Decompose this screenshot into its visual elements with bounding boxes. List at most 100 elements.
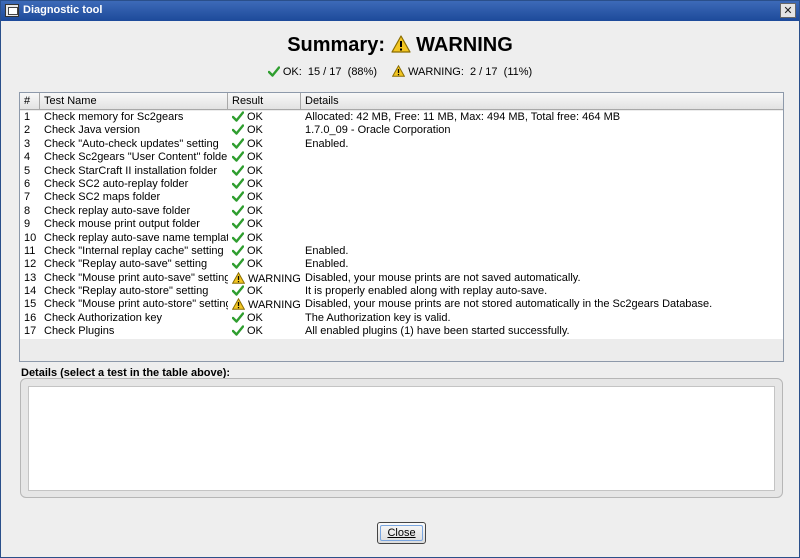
row-result-label: WARNING	[248, 272, 301, 285]
table-row[interactable]: 11 Check "Internal replay cache" setting O…	[20, 245, 783, 258]
check-icon	[231, 111, 245, 122]
table-row[interactable]: 1 Check memory for Sc2gears OK Allocated: 4…	[20, 111, 783, 124]
row-test-name: Check StarCraft II installation folder	[44, 164, 218, 177]
row-test-name: Check memory for Sc2gears	[44, 111, 184, 123]
ok-pct: (88%)	[347, 66, 377, 78]
row-test-name: Check SC2 auto-replay folder	[44, 177, 189, 190]
row-test-name: Check SC2 maps folder	[44, 191, 161, 204]
row-details: The Authorization key is valid.	[305, 311, 451, 324]
column-header-result[interactable]: Result	[228, 93, 301, 110]
row-test-name: Check "Replay auto-store" setting	[44, 285, 209, 298]
check-icon	[231, 138, 245, 149]
column-header-details[interactable]: Details	[301, 93, 781, 110]
ok-value: 15 / 17	[307, 66, 342, 78]
warning-icon	[391, 64, 406, 77]
table-row[interactable]: 15 Check "Mouse print auto-store" setting…	[20, 298, 783, 311]
row-number: 1	[24, 111, 31, 123]
table-row[interactable]: 14 Check "Replay auto-store" setting OK It …	[20, 285, 783, 298]
details-text-area[interactable]	[28, 386, 775, 491]
table-row[interactable]: 16 Check Authorization key OK The Authoriza…	[20, 312, 783, 325]
row-number: 6	[24, 177, 31, 190]
row-result: OK	[228, 285, 301, 298]
row-test-name: Check replay auto-save name template	[44, 231, 228, 244]
table-row[interactable]: 2 Check Java version OK 1.7.0_09 - Oracle C…	[20, 124, 783, 137]
row-test-name: Check mouse print output folder	[44, 218, 200, 231]
warning-value: 2 / 17	[470, 66, 498, 78]
check-icon	[231, 151, 245, 162]
row-result: OK	[228, 111, 301, 124]
check-icon	[231, 205, 245, 216]
close-button-label: Close	[387, 527, 416, 539]
row-result-label: OK	[247, 177, 263, 190]
row-result-label: WARNING	[248, 299, 301, 312]
warning-stat: WARNING: 2 / 17 (11%)	[391, 64, 533, 78]
row-result-label: OK	[247, 164, 263, 177]
warning-icon	[390, 35, 411, 59]
table-row[interactable]: 10 Check replay auto-save name template OK	[20, 232, 783, 245]
check-icon	[231, 285, 245, 296]
row-result-label: OK	[247, 124, 263, 137]
row-result: OK	[228, 218, 301, 231]
title-bar[interactable]: Diagnostic tool ✕	[1, 1, 799, 21]
row-result-label: OK	[247, 244, 263, 257]
row-result-label: OK	[247, 325, 263, 338]
row-number: 7	[24, 191, 31, 204]
column-header-test-name[interactable]: Test Name	[40, 93, 228, 110]
check-icon	[231, 325, 245, 336]
row-test-name: Check "Internal replay cache" setting	[44, 244, 224, 257]
table-row[interactable]: 5 Check StarCraft II installation folder O…	[20, 165, 783, 178]
row-result: OK	[228, 124, 301, 137]
row-number: 5	[24, 164, 31, 177]
check-icon	[267, 66, 281, 77]
check-icon	[231, 178, 245, 189]
row-result-label: OK	[247, 204, 263, 217]
check-icon	[231, 258, 245, 269]
row-details: Enabled.	[305, 258, 349, 271]
row-number: 12	[24, 258, 37, 271]
table-row[interactable]: 3 Check "Auto-check updates" setting OK Ena…	[20, 138, 783, 151]
warning-icon	[231, 271, 246, 284]
row-details: All enabled plugins (1) have been starte…	[305, 325, 570, 338]
row-result: OK	[228, 165, 301, 178]
table-row[interactable]: 12 Check "Replay auto-save" setting OK Enab…	[20, 258, 783, 271]
row-details: Disabled, your mouse prints are not stor…	[305, 298, 713, 311]
row-details: Disabled, your mouse prints are not save…	[305, 271, 581, 284]
row-result-label: OK	[247, 111, 263, 123]
row-result: OK	[228, 245, 301, 258]
table-row[interactable]: 7 Check SC2 maps folder OK	[20, 191, 783, 204]
window-title: Diagnostic tool	[23, 4, 103, 16]
check-icon	[231, 218, 245, 229]
table-row[interactable]: 17 Check Plugins OK All enabled plugins (1)…	[20, 325, 783, 338]
table-row[interactable]: 13 Check "Mouse print auto-save" setting W…	[20, 271, 783, 285]
row-result: OK	[228, 258, 301, 271]
warning-icon	[231, 298, 246, 311]
results-table[interactable]: # Test Name Result Details 1 Check memory…	[19, 92, 784, 362]
summary-label: Summary:	[287, 34, 385, 56]
table-row[interactable]: 4 Check Sc2gears "User Content" folders OK	[20, 151, 783, 164]
row-test-name: Check "Mouse print auto-save" setting	[44, 271, 228, 284]
row-number: 11	[24, 244, 36, 257]
row-test-name: Check "Mouse print auto-store" setting	[44, 298, 228, 311]
ok-label: OK:	[282, 66, 302, 78]
summary-status: WARNING	[416, 34, 513, 56]
row-result: OK	[228, 205, 301, 218]
column-header-number[interactable]: #	[20, 93, 40, 110]
table-row[interactable]: 6 Check SC2 auto-replay folder OK	[20, 178, 783, 191]
window-close-button[interactable]: ✕	[780, 3, 796, 18]
row-result-label: OK	[247, 231, 263, 244]
row-number: 13	[24, 271, 37, 284]
table-row[interactable]: 8 Check replay auto-save folder OK	[20, 205, 783, 218]
row-result: OK	[228, 151, 301, 164]
row-details: It is properly enabled along with replay…	[305, 285, 548, 298]
row-number: 3	[24, 137, 31, 150]
diagnostic-window: Diagnostic tool ✕ Summary: WARNING OK: 1…	[0, 0, 800, 558]
row-number: 10	[24, 231, 37, 244]
close-button[interactable]: Close	[377, 522, 426, 544]
row-result-label: OK	[247, 258, 263, 271]
row-test-name: Check Sc2gears "User Content" folders	[44, 151, 228, 164]
ok-stat: OK: 15 / 17 (88%)	[267, 66, 380, 78]
table-row[interactable]: 9 Check mouse print output folder OK	[20, 218, 783, 231]
row-result-label: OK	[247, 137, 263, 150]
warning-pct: (11%)	[503, 66, 533, 78]
row-result-label: OK	[247, 285, 263, 298]
